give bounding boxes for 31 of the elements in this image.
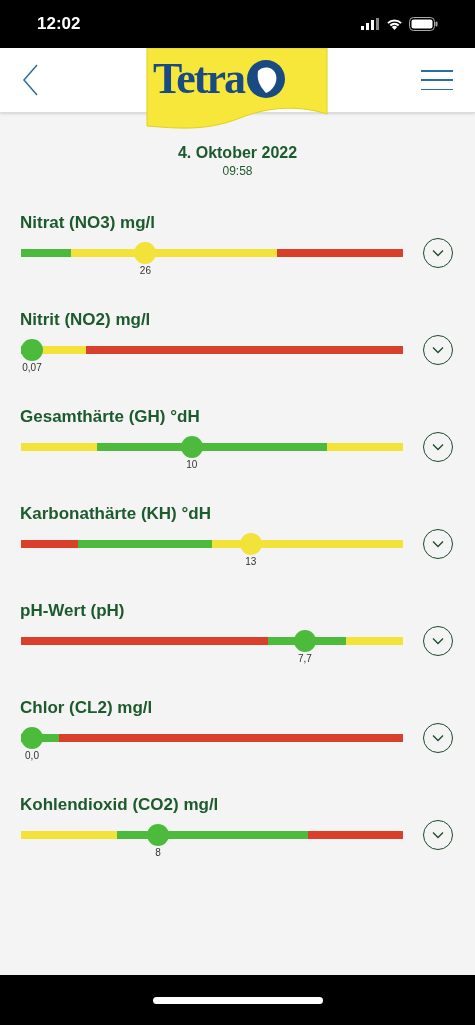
back-icon [22,64,38,96]
parameter-name: Gesamthärte (GH) °dH [19,406,200,428]
wifi-icon [386,18,403,30]
parameter-name: Karbonathärte (KH) °dH [19,503,211,525]
value-reading: 26 [139,265,151,277]
menu-icon [421,70,453,90]
parameter-name: Nitrit (NO2) mg/l [19,309,151,331]
chevron-down-icon [432,443,444,451]
measurement-time: 09:58 [222,163,253,179]
status-time: 12:02 [37,13,81,36]
value-reading: 0,0 [25,750,39,762]
chevron-down-icon [432,831,444,839]
logo-text: Tetra [153,54,245,104]
battery-icon [409,17,438,31]
menu-button[interactable] [421,68,453,92]
chevron-down-icon [432,540,444,548]
value-reading: 10 [186,459,198,471]
measurement-date: 4. Oktober 2022 [177,143,298,163]
value-reading: 7,7 [297,653,312,665]
chevron-down-icon [432,249,444,257]
parameter-name: Nitrat (NO3) mg/l [19,212,156,234]
value-reading: 8 [155,847,161,859]
parameter-name: pH-Wert (pH) [19,600,125,622]
value-reading: 0,07 [22,362,42,374]
chevron-down-icon [432,734,444,742]
chevron-down-icon [432,346,444,354]
chevron-down-icon [432,637,444,645]
signal-icon [361,18,380,30]
parameter-name: Kohlendioxid (CO2) mg/l [19,794,219,816]
value-reading: 13 [245,556,257,568]
parameter-name: Chlor (CL2) mg/l [19,697,153,719]
